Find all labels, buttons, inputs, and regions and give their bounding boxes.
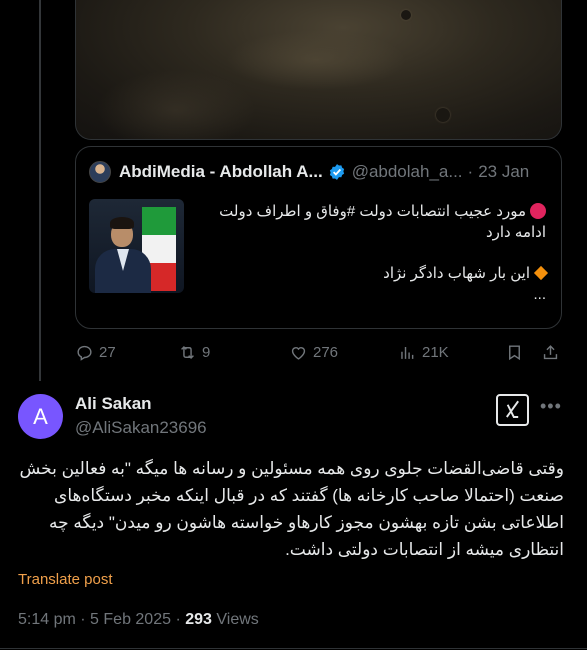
more-options-icon[interactable]: ••• [540,397,562,417]
post-text: وقتی قاضی‌القضات جلوی روی همه مسئولین و … [19,459,564,559]
separator-dot: · [175,611,181,628]
post-views-count: 293 [185,611,212,628]
post-author-handle[interactable]: @AliSakan23696 [75,418,207,438]
like-count: 276 [313,344,339,361]
views-button[interactable]: 21K [398,343,449,362]
repost-count: 9 [202,344,211,361]
quoted-text-line: ادامه دارد [485,224,546,241]
quoted-author-name[interactable]: AbdiMedia - Abdollah A... [119,162,323,182]
like-button[interactable]: 276 [289,343,338,362]
red-circle-emoji-icon [530,203,546,219]
bookmark-icon [509,345,520,361]
media-shading [226,30,406,90]
orange-diamond-emoji-icon [533,265,549,281]
reply-button[interactable]: 27 [75,343,116,362]
repost-icon [181,345,194,360]
divider [0,648,587,649]
post-media-image[interactable] [75,0,562,140]
media-detail [401,10,411,20]
media-detail [436,108,450,122]
share-button[interactable] [541,343,565,362]
analytics-icon [401,346,414,359]
quoted-text-line: مورد عجیب انتصابات دولت #وفاق و اطراف دو… [219,203,526,220]
quoted-post-card[interactable]: AbdiMedia - Abdollah A... @abdolah_a... … [75,146,562,329]
separator-dot: · [467,162,474,181]
reply-icon [77,345,92,361]
post-author-name[interactable]: Ali Sakan [75,394,152,414]
quoted-author-handle: @abdolah_a... [351,162,463,181]
quoted-author-avatar[interactable] [89,161,111,183]
quoted-post-thumbnail[interactable] [89,199,184,293]
grok-icon [506,400,519,418]
separator-dot: · [80,611,86,628]
post-metadata: 5:14 pm · 5 Feb 2025 · 293 Views [18,611,259,629]
grok-button[interactable] [496,394,529,426]
media-shading [96,70,256,139]
post-time[interactable]: 5:14 pm [18,611,76,628]
person-hair [110,217,134,229]
reply-count: 27 [99,344,116,361]
quoted-text-more: ... [533,286,546,303]
quoted-post-text: مورد عجیب انتصابات دولت #وفاق و اطراف دو… [201,201,549,305]
post-action-bar: 27 9 276 21K [75,343,562,365]
views-count: 21K [422,344,449,361]
verified-badge-icon [329,164,344,180]
bookmark-button[interactable] [505,343,529,362]
post-views-label: Views [216,611,259,628]
avatar-letter: A [33,403,48,429]
translate-post-link[interactable]: Translate post [18,571,113,588]
quoted-text-line: این بار شهاب دادگر نژاد [383,265,530,282]
heart-icon [291,347,306,360]
quoted-post-date[interactable]: 23 Jan [478,162,529,182]
repost-button[interactable]: 9 [178,343,210,362]
post-date[interactable]: 5 Feb 2025 [90,611,171,628]
thread-connector-line [39,0,41,381]
avatar[interactable]: A [18,394,63,439]
quoted-post-header: AbdiMedia - Abdollah A... @abdolah_a... … [89,161,549,183]
share-icon [543,345,558,360]
